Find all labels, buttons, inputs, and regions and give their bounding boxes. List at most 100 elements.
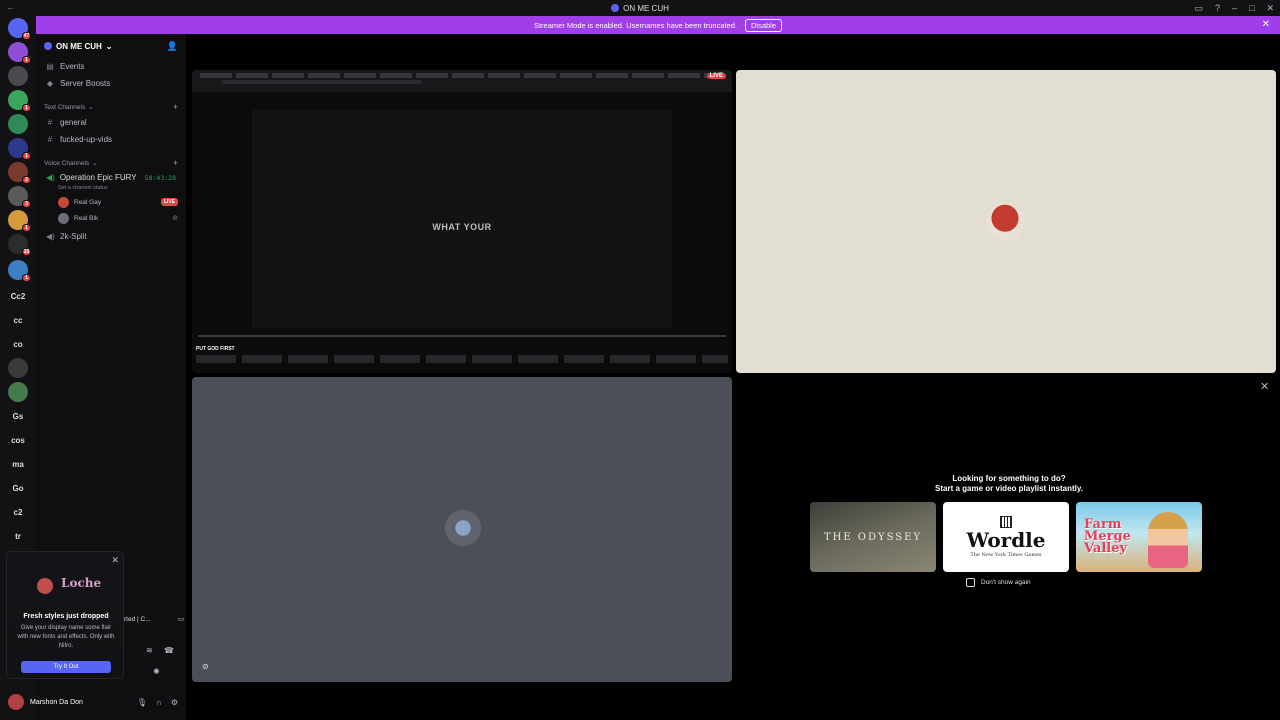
channel-status-prompt[interactable]: Set a channel status xyxy=(36,185,186,194)
checkbox[interactable] xyxy=(966,578,975,587)
server-icon[interactable]: tr xyxy=(8,526,28,546)
voice-user-real-blk[interactable]: Real Blk ⊘ xyxy=(36,210,186,226)
video-title: PUT GOD FIRST xyxy=(196,346,235,352)
popup-body: Give your display name some flair with n… xyxy=(17,625,115,649)
invite-people-icon[interactable]: 👤 xyxy=(167,41,178,52)
server-icon[interactable]: 1 xyxy=(8,210,31,232)
window-title-bar: ← ON ME CUH ▭ ? – □ ✕ xyxy=(0,0,1280,16)
help-icon[interactable]: ? xyxy=(1215,3,1220,13)
server-icon[interactable]: co xyxy=(8,334,28,354)
disable-streamer-mode-button[interactable]: Disable xyxy=(745,18,783,32)
activity-card-farm-merge-valley[interactable]: Farm Merge Valley xyxy=(1076,502,1202,572)
wordle-grid-icon xyxy=(1000,516,1012,528)
inbox-icon[interactable]: ▭ xyxy=(1194,3,1203,14)
close-window-button[interactable]: ✕ xyxy=(1266,3,1274,14)
headphones-icon[interactable]: ∩ xyxy=(156,698,162,707)
server-icon[interactable]: 1 xyxy=(8,138,31,160)
server-icon[interactable]: cos xyxy=(8,430,28,450)
close-icon[interactable]: ✕ xyxy=(1260,380,1269,393)
nitro-promo-popup: ✕ Loche Fresh styles just dropped Give y… xyxy=(6,551,124,679)
server-icon[interactable]: Cc2 xyxy=(8,286,28,306)
voice-channel-2k-split[interactable]: ◀) 2k-Split xyxy=(36,228,186,245)
channel-general[interactable]: # general xyxy=(36,114,186,131)
avatar xyxy=(445,510,481,546)
server-header[interactable]: ON ME CUH ⌄ 👤 xyxy=(36,34,186,58)
camera-tile[interactable] xyxy=(736,70,1276,373)
close-icon[interactable]: ✕ xyxy=(111,555,119,566)
stream-video xyxy=(252,110,672,328)
video-meta-row xyxy=(196,355,728,363)
add-channel-icon[interactable]: + xyxy=(173,158,178,168)
server-icon[interactable]: 2 xyxy=(8,162,31,184)
server-icon[interactable]: 3 xyxy=(8,186,31,208)
avatar xyxy=(58,196,69,208)
server-label: Gs xyxy=(12,411,24,421)
character-illustration xyxy=(1148,512,1188,568)
sidebar-item-events[interactable]: ▤ Events xyxy=(36,58,186,75)
dont-show-again[interactable]: Don't show again xyxy=(966,578,1031,587)
category-voice-channels[interactable]: Voice Channels ⌄ + xyxy=(36,156,186,170)
live-badge: LIVE xyxy=(706,73,726,79)
streamer-mode-banner: Streamer Mode is enabled. Usernames have… xyxy=(36,16,1280,34)
server-icon[interactable]: cc xyxy=(8,310,28,330)
minimize-button[interactable]: – xyxy=(1232,3,1237,13)
gear-icon[interactable]: ⚙ xyxy=(171,698,178,707)
mention-badge: 47 xyxy=(22,32,31,40)
server-icon[interactable]: 1 xyxy=(8,260,31,282)
calendar-icon: ▤ xyxy=(46,62,54,71)
browser-url-bar xyxy=(222,80,422,84)
voice-timer: 58:43:28 xyxy=(144,173,176,182)
activity-card-odyssey[interactable]: THE ODYSSEY xyxy=(810,502,936,572)
add-channel-icon[interactable]: + xyxy=(173,102,178,112)
server-icon[interactable]: 1 xyxy=(8,90,31,112)
server-icon[interactable] xyxy=(8,358,28,378)
maximize-button[interactable]: □ xyxy=(1249,3,1254,13)
sidebar-item-label: Events xyxy=(60,62,85,71)
server-icon[interactable]: 47 xyxy=(8,18,31,40)
screen-share-icon[interactable]: ▭ xyxy=(178,615,184,623)
mention-badge: 1 xyxy=(22,152,31,160)
sidebar-item-server-boosts[interactable]: ◆ Server Boosts xyxy=(36,75,186,92)
user-tile[interactable]: ⊘ xyxy=(192,377,732,682)
hash-icon: # xyxy=(47,118,53,127)
speaker-icon: ◀) xyxy=(46,232,55,241)
waveform-icon[interactable]: ≋ xyxy=(146,646,153,655)
disconnect-icon[interactable]: ☎ xyxy=(164,646,174,655)
server-icon[interactable] xyxy=(8,66,28,86)
card-title: Farm Merge Valley xyxy=(1084,517,1131,556)
mention-badge: 1 xyxy=(22,224,31,232)
category-text-channels[interactable]: Text Channels ⌄ + xyxy=(36,100,186,114)
chevron-down-icon: ⌄ xyxy=(92,160,98,167)
streamer-mode-message: Streamer Mode is enabled. Usernames have… xyxy=(533,20,737,30)
mic-icon[interactable]: 🎙 xyxy=(137,698,147,707)
try-it-out-button[interactable]: Try It Out xyxy=(21,661,111,673)
card-title: Wordle xyxy=(966,528,1046,552)
channel-fucked-up-vids[interactable]: # fucked-up-vids xyxy=(36,131,186,148)
card-title: THE ODYSSEY xyxy=(823,531,923,543)
stream-tile[interactable]: LIVE WHAT YOUR PUT GOD FIRST xyxy=(192,70,732,373)
server-icon[interactable] xyxy=(8,382,28,402)
server-icon[interactable] xyxy=(8,114,28,134)
boost-icon: ◆ xyxy=(46,79,54,88)
server-icon[interactable]: c2 xyxy=(8,502,28,522)
avatar xyxy=(37,578,53,594)
browser-chrome xyxy=(192,70,732,92)
server-name: ON ME CUH xyxy=(56,41,102,51)
server-icon[interactable]: 1 xyxy=(8,42,31,64)
close-icon[interactable]: ✕ xyxy=(1262,19,1270,30)
server-icon[interactable]: 23 xyxy=(8,234,31,256)
mention-badge: 1 xyxy=(22,104,31,112)
mention-badge: 3 xyxy=(22,200,31,208)
server-icon[interactable]: ma xyxy=(8,454,28,474)
activity-card-wordle[interactable]: Wordle The New York Times Games xyxy=(943,502,1069,572)
server-icon[interactable]: Gs xyxy=(8,406,28,426)
avatar[interactable] xyxy=(8,694,24,710)
back-arrow-icon[interactable]: ← xyxy=(6,2,15,12)
voice-user-real-gay[interactable]: Real Gay LIVE xyxy=(36,194,186,210)
server-label: cos xyxy=(11,435,25,445)
activity-cards: THE ODYSSEY Wordle The New York Times Ga… xyxy=(810,502,1208,572)
card-subtitle: The New York Times Games xyxy=(970,552,1042,558)
server-icon[interactable]: Go xyxy=(8,478,28,498)
activity-icon[interactable]: ✺ xyxy=(153,667,160,676)
voice-channel-operation-epic-fury[interactable]: ◀) Operation Epic FURY 58:43:28 xyxy=(36,170,186,185)
